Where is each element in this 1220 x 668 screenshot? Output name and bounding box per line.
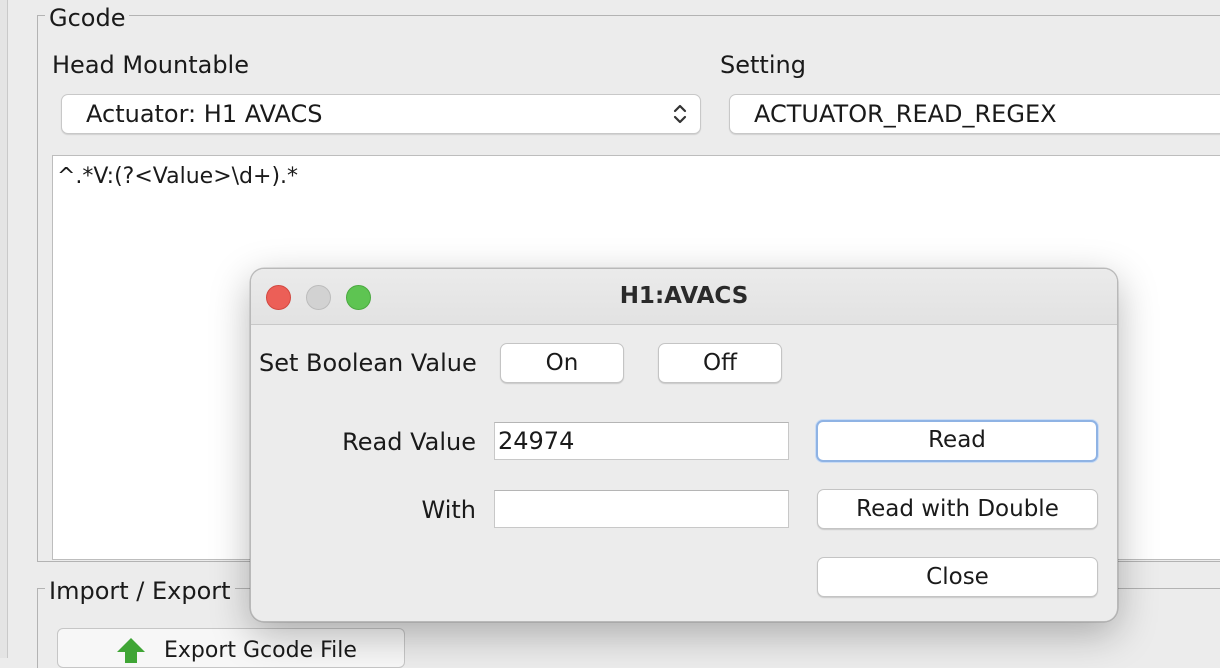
h1-avacs-dialog: H1:AVACS Set Boolean Value On Off Read V… (250, 268, 1118, 622)
with-field[interactable] (494, 490, 789, 528)
with-label: With (421, 496, 477, 524)
export-gcode-file-label: Export Gcode File (164, 638, 357, 663)
head-mountable-label: Head Mountable (52, 51, 249, 79)
head-mountable-combo[interactable]: Actuator: H1 AVACS (61, 94, 701, 134)
read-button[interactable]: Read (816, 420, 1098, 462)
green-up-arrow-icon (117, 638, 145, 663)
window-left-edge (0, 0, 8, 658)
setting-combo[interactable]: ACTUATOR_READ_REGEX (729, 94, 1220, 134)
updown-chevron-icon (673, 104, 687, 124)
read-value-field[interactable]: 24974 (494, 422, 789, 460)
dialog-titlebar[interactable]: H1:AVACS (251, 269, 1117, 325)
setting-value: ACTUATOR_READ_REGEX (754, 100, 1057, 128)
head-mountable-value: Actuator: H1 AVACS (86, 100, 323, 128)
gcode-group-title: Gcode (45, 3, 130, 33)
close-button[interactable]: Close (817, 557, 1098, 597)
read-value-label: Read Value (342, 428, 476, 456)
dialog-title: H1:AVACS (619, 283, 749, 309)
set-boolean-label: Set Boolean Value (259, 349, 477, 377)
on-button[interactable]: On (500, 343, 624, 383)
off-button[interactable]: Off (658, 343, 782, 383)
read-with-double-button[interactable]: Read with Double (817, 489, 1098, 529)
setting-label: Setting (720, 51, 806, 79)
import-export-group-title: Import / Export (45, 576, 235, 606)
gcode-regex-text: ^.*V:(?<Value>\d+).* (57, 164, 299, 189)
export-gcode-file-button[interactable]: Export Gcode File (57, 628, 405, 668)
